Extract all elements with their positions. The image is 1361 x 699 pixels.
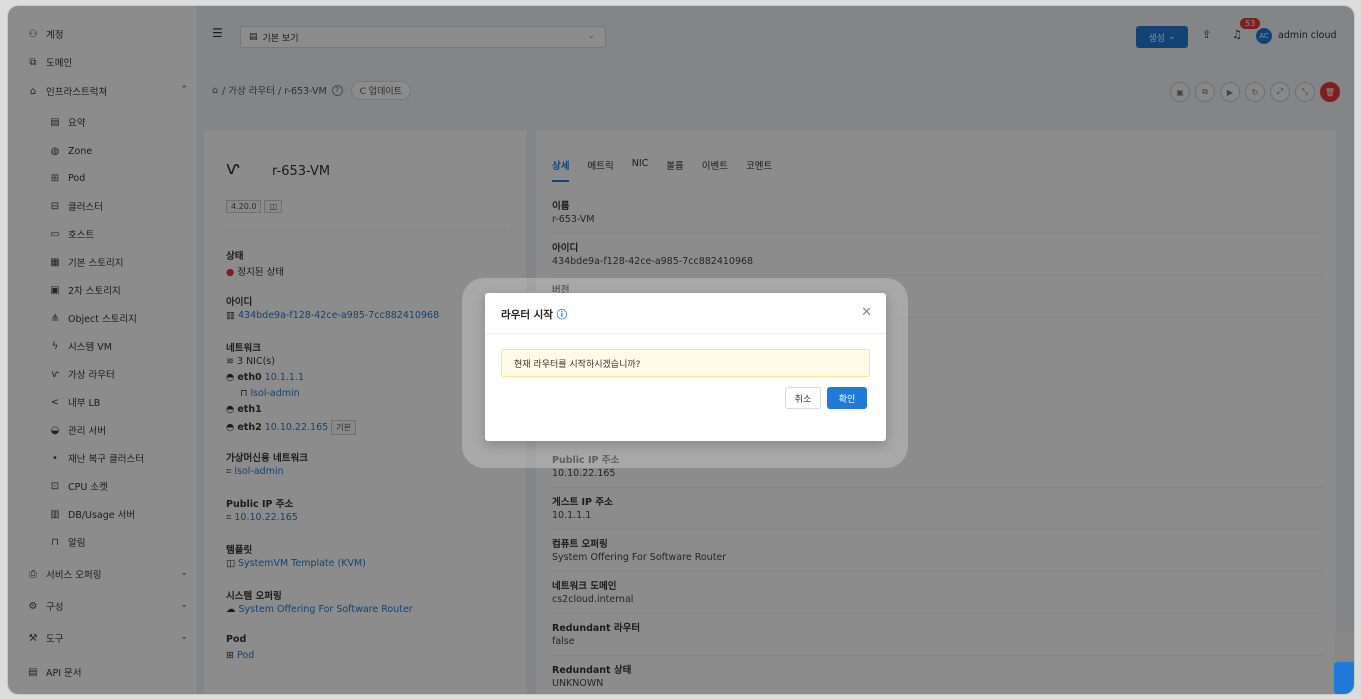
settings-float-button[interactable] xyxy=(1334,662,1354,694)
close-icon[interactable]: ✕ xyxy=(861,305,872,320)
app-window: ⚇ 계정 ⧉ 도메인 ⌂ 인프라스트럭쳐 ⌃ ▤ 요약 ◍ Zone ⊞ Pod ⊟ 클러스터 ▭ 호스트 ▦ 기본… xyxy=(8,6,1354,694)
help-icon[interactable]: ⓘ xyxy=(557,309,568,321)
start-router-dialog: 라우터 시작 ⓘ ✕ 현재 라우터를 시작하시겠습니까? 취소 확인 xyxy=(485,293,886,441)
ok-button[interactable]: 확인 xyxy=(827,387,867,409)
dialog-title: 라우터 시작 ⓘ xyxy=(501,309,568,321)
confirm-message: 현재 라우터를 시작하시겠습니까? xyxy=(501,349,870,377)
side-tab-grey[interactable] xyxy=(1334,632,1354,660)
cancel-button[interactable]: 취소 xyxy=(785,387,821,409)
dialog-divider xyxy=(485,333,886,334)
